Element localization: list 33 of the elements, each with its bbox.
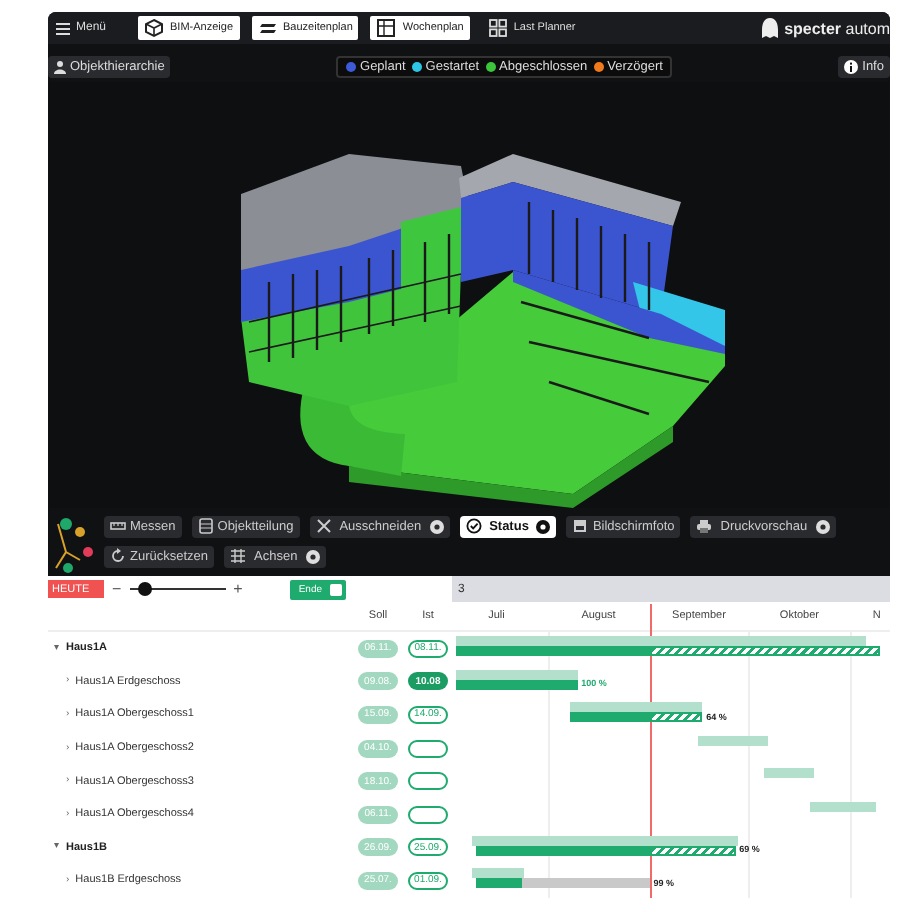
zoom-in-button[interactable]: +: [233, 581, 243, 597]
empty-date-field[interactable]: [408, 739, 448, 758]
empty-date-field[interactable]: [408, 805, 448, 824]
planned-bar: [810, 801, 877, 812]
grid-icon: [487, 18, 508, 38]
remaining-bar: [649, 845, 736, 856]
planned-bar: [455, 669, 578, 680]
planned-bar: [698, 735, 769, 746]
ruler-icon: [110, 518, 126, 534]
delay-bar: [521, 878, 650, 889]
layers-icon: [197, 518, 214, 534]
empty-date-field[interactable]: [408, 772, 448, 791]
printer-icon: [696, 518, 713, 534]
zoom-out-button[interactable]: −: [112, 581, 122, 597]
menu-icon: [56, 21, 70, 35]
planned-bar: [764, 768, 815, 779]
grid-icon: [230, 548, 247, 564]
zoom-slider[interactable]: [129, 582, 226, 596]
cube-icon: [144, 18, 165, 38]
slider-thumb[interactable]: [138, 582, 153, 596]
reset-icon: [110, 548, 126, 564]
bars-icon: [257, 18, 278, 38]
planned-bar: [471, 868, 525, 879]
brand-logo-text: specter autom: [784, 19, 890, 37]
remaining-bar: [649, 712, 703, 723]
check-circle-icon: [465, 518, 482, 534]
person-icon: [54, 59, 66, 73]
calendar-icon: [376, 18, 397, 38]
planned-bar: [570, 702, 703, 713]
ghost-icon: [762, 18, 779, 38]
scissors-icon: [315, 518, 332, 534]
info-icon: [844, 59, 859, 73]
image-icon: [572, 518, 589, 534]
